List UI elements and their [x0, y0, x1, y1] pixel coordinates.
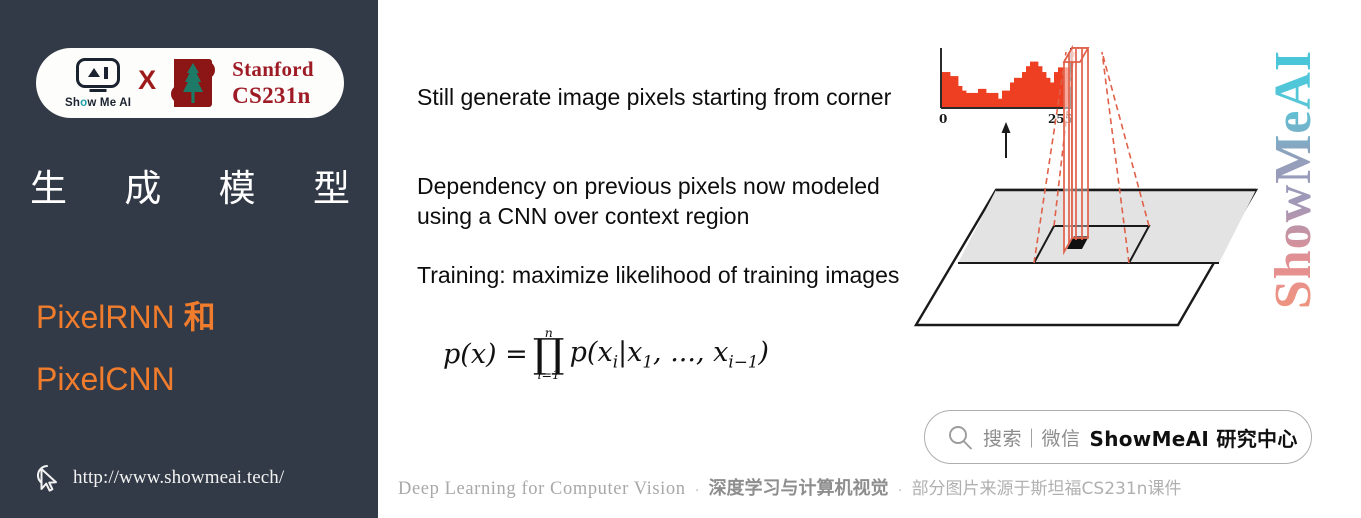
- cursor-icon: [36, 464, 57, 492]
- pixelcnn-context-diagram: 0 255: [906, 30, 1266, 370]
- histogram-bar: [1014, 77, 1019, 108]
- footer-dot-1: ·: [694, 481, 700, 498]
- topic-heading-en: PixelRNN: [36, 299, 175, 335]
- stanford-label-line1: Stanford: [232, 57, 314, 82]
- histogram-bar: [998, 98, 1003, 108]
- histogram-bar: [954, 76, 959, 108]
- search-icon: [949, 425, 972, 449]
- bullet-text-2: Dependency on previous pixels now modele…: [417, 173, 880, 229]
- site-url-row[interactable]: http://www.showmeai.tech/: [33, 462, 284, 494]
- logo-badge: Show Me AI X Stanford CS231n: [36, 48, 344, 118]
- histogram-bar: [950, 76, 955, 108]
- search-placeholder: 搜索｜微信: [983, 427, 1081, 450]
- footer-source-note: 部分图片来源于斯坦福CS231n课件: [911, 479, 1182, 499]
- collab-x-separator: X: [138, 64, 157, 95]
- stanford-tree-logo: [170, 57, 216, 109]
- topic-heading-line2: PixelCNN: [36, 361, 175, 397]
- histogram-bar: [1026, 66, 1031, 108]
- bullet-text-1: Still generate image pixels starting fro…: [417, 84, 892, 110]
- formula-rhs-tail: , ..., x: [653, 337, 729, 369]
- sidebar: Show Me AI X Stanford CS231n 生成模型 PixelR…: [0, 0, 378, 518]
- histogram-bar: [986, 92, 991, 108]
- formula-rhs-mid: |x: [618, 337, 643, 369]
- histogram-bar: [970, 92, 975, 108]
- showmeai-logo: Show Me AI: [65, 57, 132, 109]
- histogram-tick-min: 0: [939, 112, 947, 126]
- stanford-course-label: Stanford CS231n: [232, 57, 314, 109]
- histogram-bar: [966, 92, 971, 108]
- formula-rhs-sub2: 1: [642, 351, 654, 372]
- formula-rhs-close: ): [758, 337, 769, 369]
- histogram-bar: [974, 92, 979, 108]
- histogram-bar: [958, 85, 963, 108]
- histogram-bar: [1034, 61, 1039, 108]
- likelihood-formula: p(x) = n ∏ i=1 p(xi|x1, ..., xi−1): [443, 326, 769, 383]
- site-url-text[interactable]: http://www.showmeai.tech/: [73, 467, 284, 489]
- main-content: Still generate image pixels starting fro…: [378, 0, 1361, 518]
- formula-rhs-prefix: p(x: [569, 337, 613, 369]
- histogram-bar: [942, 72, 947, 108]
- stanford-label-line2: CS231n: [232, 82, 311, 108]
- search-keyword: ShowMeAI 研究中心: [1089, 426, 1298, 451]
- topic-heading-conjunction: 和: [183, 298, 216, 336]
- footer-course-cn: 深度学习与计算机视觉: [708, 478, 889, 499]
- histogram-bar: [1010, 82, 1015, 108]
- bar-icon: [104, 66, 109, 79]
- histogram-bar: [1042, 72, 1047, 108]
- formula-lhs: p(x) =: [443, 338, 528, 370]
- footer-course-en: Deep Learning for Computer Vision: [398, 479, 686, 499]
- histogram-bar: [1038, 66, 1043, 108]
- bullet-text-3: Training: maximize likelihood of trainin…: [417, 262, 900, 288]
- product-operator: n ∏ i=1: [532, 326, 565, 383]
- slide-footer: Deep Learning for Computer Vision · 深度学习…: [398, 474, 1181, 500]
- wechat-search-bar[interactable]: 搜索｜微信 ShowMeAI 研究中心: [924, 410, 1312, 464]
- slide-root: Show Me AI X Stanford CS231n 生成模型 PixelR…: [0, 0, 1361, 518]
- histogram-bar: [946, 72, 951, 108]
- histogram-bar: [1050, 82, 1055, 108]
- page-title-cn: 生成模型: [30, 167, 350, 210]
- product-lower-limit: i=1: [537, 367, 560, 383]
- histogram-bar: [1018, 77, 1023, 108]
- histogram-bar: [962, 90, 967, 108]
- context-region: [1032, 225, 1151, 264]
- histogram-bar: [990, 92, 995, 108]
- pixel-value-histogram: 0 255: [939, 48, 1073, 126]
- robot-face-icon: [76, 57, 121, 88]
- histogram-bar: [1022, 72, 1027, 108]
- histogram-bar: [1030, 61, 1035, 108]
- caret-icon: [88, 68, 101, 77]
- topic-heading-line1: PixelRNN 和: [36, 292, 216, 338]
- histogram-bar: [1006, 90, 1011, 108]
- formula-rhs: p(xi|x1, ..., xi−1): [570, 337, 769, 371]
- histogram-bar: [1046, 77, 1051, 108]
- product-symbol: ∏: [532, 330, 565, 377]
- histogram-bar: [1002, 90, 1007, 108]
- histogram-bar: [994, 92, 999, 108]
- histogram-bar: [982, 88, 987, 108]
- formula-rhs-sub3: i−1: [728, 351, 759, 372]
- showmeai-wordmark: Show Me AI: [65, 96, 132, 109]
- footer-dot-2: ·: [897, 481, 903, 498]
- arrow-up-icon: [1001, 122, 1011, 158]
- histogram-bar: [978, 88, 983, 108]
- rgb-channel-column: [1062, 44, 1090, 256]
- showmeai-watermark: ShowMeAI: [1264, 49, 1322, 310]
